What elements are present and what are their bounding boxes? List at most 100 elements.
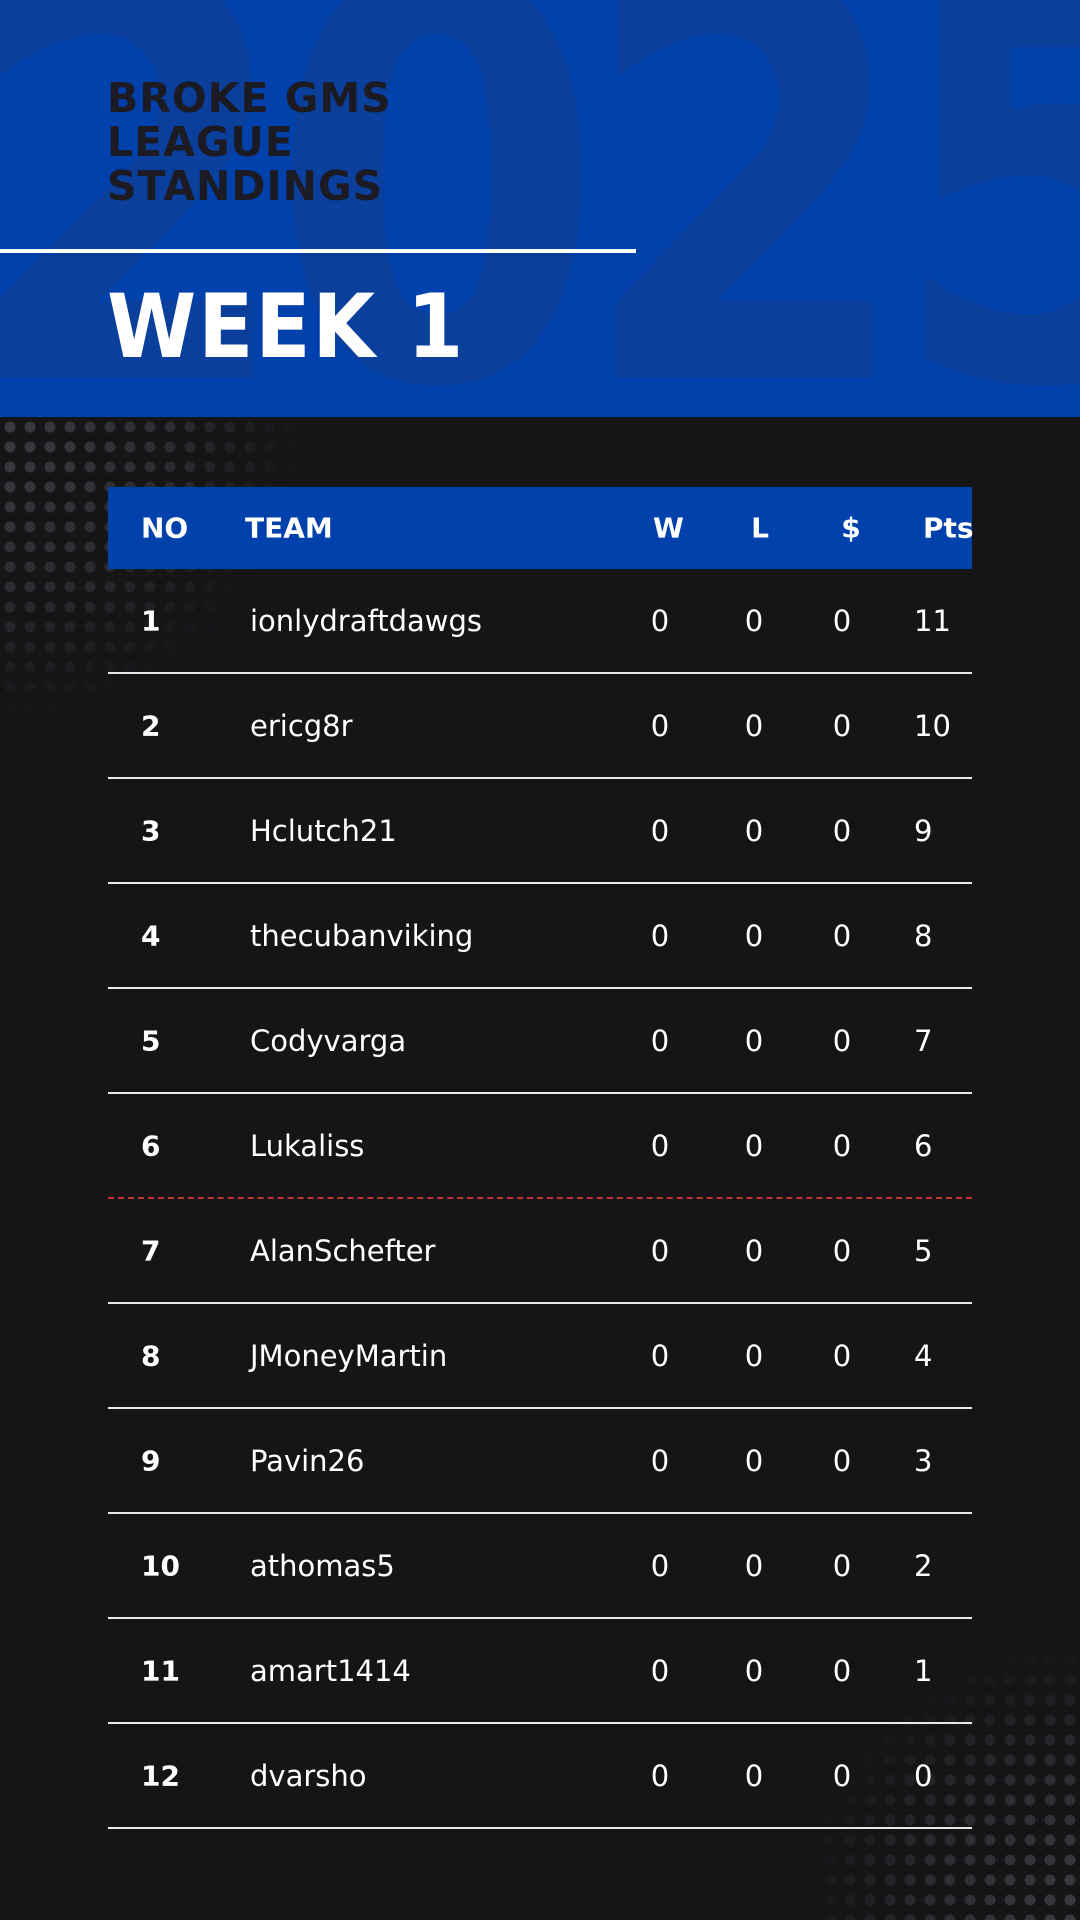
losses-cell: 0 [744,1338,764,1373]
rank-cell: 8 [141,1339,161,1372]
money-cell: 0 [832,813,852,848]
money-cell: 0 [832,1548,852,1583]
table-row: 5 Codyvarga 0 0 0 7 [108,989,972,1094]
points-cell: 4 [914,1338,933,1373]
team-cell: Hclutch21 [250,813,397,848]
points-cell: 6 [914,1128,933,1163]
table-row: 8 JMoneyMartin 0 0 0 4 [108,1304,972,1409]
points-cell: 10 [914,708,951,743]
points-cell: 2 [914,1548,933,1583]
table-header: NO TEAM W L $ Pts [108,487,974,569]
losses-cell: 0 [744,1548,764,1583]
table-row: 10 athomas5 0 0 0 2 [108,1514,972,1619]
week-label: WEEK 1 [107,275,466,378]
team-cell: ericg8r [250,708,353,743]
table-body: 1 ionlydraftdawgs 0 0 0 11 2 ericg8r 0 0 0 10 3 Hclut… [108,569,972,1829]
points-cell: 7 [914,1023,933,1058]
table-row: 9 Pavin26 0 0 0 3 [108,1409,972,1514]
rank-cell: 9 [141,1444,161,1477]
team-cell: Pavin26 [250,1443,365,1478]
team-cell: dvarsho [250,1758,367,1793]
column-header-no: NO [141,511,189,545]
money-cell: 0 [832,1233,852,1268]
column-header-losses: L [751,511,769,545]
column-header-team: TEAM [245,511,333,545]
losses-cell: 0 [744,1758,764,1793]
wins-cell: 0 [650,1758,670,1793]
wins-cell: 0 [650,1653,670,1688]
wins-cell: 0 [650,1128,670,1163]
table-row: 11 amart1414 0 0 0 1 [108,1619,972,1724]
wins-cell: 0 [650,1443,670,1478]
money-cell: 0 [832,708,852,743]
losses-cell: 0 [744,708,764,743]
table-row: 2 ericg8r 0 0 0 10 [108,674,972,779]
wins-cell: 0 [650,1233,670,1268]
money-cell: 0 [832,1758,852,1793]
team-cell: Codyvarga [250,1023,407,1058]
team-cell: JMoneyMartin [250,1338,448,1373]
team-cell: Lukaliss [250,1128,365,1163]
wins-cell: 0 [650,1338,670,1373]
points-cell: 8 [914,918,933,953]
money-cell: 0 [832,1443,852,1478]
rank-cell: 7 [141,1234,161,1267]
table-row: 3 Hclutch21 0 0 0 9 [108,779,972,884]
league-title-line: STANDINGS [107,162,384,210]
wins-cell: 0 [650,813,670,848]
header-banner: 2025 BROKE GMS LEAGUE STANDINGS WEEK 1 [0,0,1080,417]
points-cell: 11 [914,603,951,638]
money-cell: 0 [832,1653,852,1688]
team-cell: thecubanviking [250,918,474,953]
points-cell: 3 [914,1443,933,1478]
team-cell: AlanSchefter [250,1233,436,1268]
team-cell: amart1414 [250,1653,411,1688]
rank-cell: 4 [141,919,161,952]
losses-cell: 0 [744,918,764,953]
money-cell: 0 [832,603,852,638]
rank-cell: 5 [141,1024,161,1057]
league-title-line: BROKE GMS [107,74,392,122]
standings-table: NO TEAM W L $ Pts 1 ionlydraftdawgs 0 0 0 11 2… [108,487,974,1829]
losses-cell: 0 [744,1653,764,1688]
table-row: 1 ionlydraftdawgs 0 0 0 11 [108,569,972,674]
money-cell: 0 [832,1023,852,1058]
wins-cell: 0 [650,1023,670,1058]
wins-cell: 0 [650,708,670,743]
losses-cell: 0 [744,813,764,848]
column-header-money: $ [841,511,861,545]
column-header-points: Pts [923,511,974,545]
column-header-wins: W [653,511,684,545]
rank-cell: 2 [141,709,161,742]
league-title-line: LEAGUE [107,118,294,166]
header-divider [0,249,636,253]
losses-cell: 0 [744,1128,764,1163]
table-row: 6 Lukaliss 0 0 0 6 [108,1094,972,1199]
money-cell: 0 [832,1338,852,1373]
money-cell: 0 [832,1128,852,1163]
wins-cell: 0 [650,918,670,953]
money-cell: 0 [832,918,852,953]
rank-cell: 10 [141,1549,180,1582]
losses-cell: 0 [744,1443,764,1478]
points-cell: 0 [914,1758,933,1793]
team-cell: ionlydraftdawgs [250,603,482,638]
rank-cell: 3 [141,814,161,847]
points-cell: 5 [914,1233,933,1268]
table-row: 12 dvarsho 0 0 0 0 [108,1724,972,1829]
table-row: 4 thecubanviking 0 0 0 8 [108,884,972,989]
rank-cell: 11 [141,1654,180,1687]
rank-cell: 6 [141,1129,161,1162]
wins-cell: 0 [650,1548,670,1583]
losses-cell: 0 [744,1023,764,1058]
points-cell: 9 [914,813,933,848]
league-title: BROKE GMS LEAGUE STANDINGS [107,76,392,208]
losses-cell: 0 [744,603,764,638]
losses-cell: 0 [744,1233,764,1268]
rank-cell: 12 [141,1759,180,1792]
table-row: 7 AlanSchefter 0 0 0 5 [108,1199,972,1304]
team-cell: athomas5 [250,1548,395,1583]
wins-cell: 0 [650,603,670,638]
points-cell: 1 [914,1653,933,1688]
rank-cell: 1 [141,604,161,637]
